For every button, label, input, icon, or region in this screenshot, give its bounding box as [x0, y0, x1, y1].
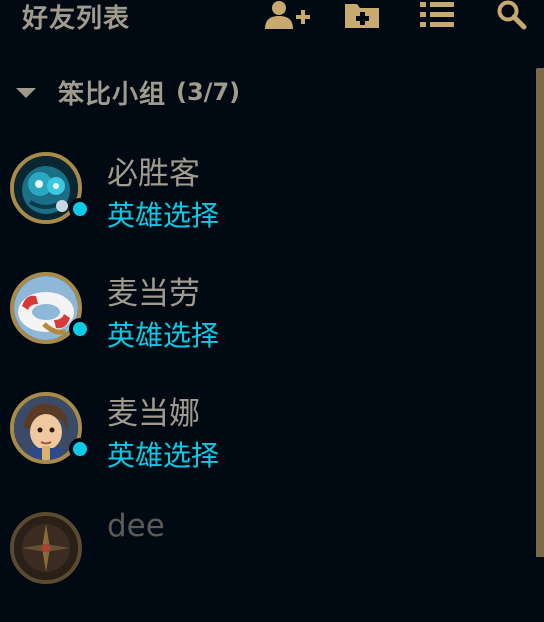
friend-status: 英雄选择 — [107, 199, 220, 232]
list-view-icon[interactable] — [416, 0, 458, 30]
group-count: (3/7) — [176, 78, 241, 106]
online-status-dot — [69, 198, 91, 220]
friend-name: 麦当劳 — [107, 276, 200, 312]
friend-status: 英雄选择 — [107, 319, 220, 352]
friend-item[interactable]: dee — [8, 508, 528, 622]
friend-group-header[interactable]: 笨比小组 (3/7) — [16, 72, 240, 112]
friend-item[interactable]: 麦当娜 英雄选择 — [8, 392, 528, 502]
online-status-dot — [69, 438, 91, 460]
friends-header: 好友列表 — [0, 0, 544, 36]
scrollbar[interactable] — [536, 68, 544, 557]
friend-name: dee — [107, 508, 165, 544]
friend-item[interactable]: 麦当劳 英雄选择 — [8, 272, 528, 382]
online-status-dot — [69, 318, 91, 340]
friends-list-title: 好友列表 — [22, 4, 131, 34]
compass-avatar — [10, 512, 82, 584]
friend-name: 麦当娜 — [107, 396, 200, 432]
friend-status: 英雄选择 — [107, 439, 220, 472]
caret-down-icon — [16, 88, 36, 98]
friend-name: 必胜客 — [107, 156, 200, 192]
add-folder-icon[interactable] — [342, 0, 382, 30]
search-icon[interactable] — [494, 0, 530, 30]
friend-item[interactable]: 必胜客 英雄选择 — [8, 152, 528, 262]
group-name: 笨比小组 — [58, 79, 167, 110]
add-friend-icon[interactable] — [262, 0, 314, 30]
